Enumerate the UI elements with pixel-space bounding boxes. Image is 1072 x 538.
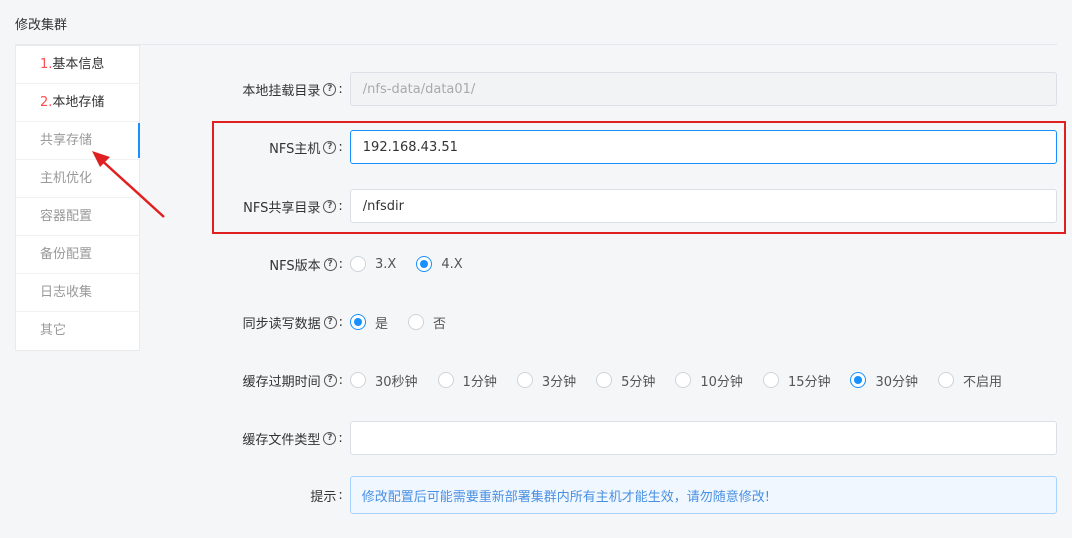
page-title: 修改集群 <box>15 18 68 33</box>
row-cache-types: 缓存文件类型?: <box>150 421 1057 455</box>
step-local-storage[interactable]: 2.本地存储 <box>16 84 139 122</box>
step-log-collection[interactable]: 日志收集 <box>16 274 139 312</box>
nfs-version-radio-4x[interactable]: 4.X <box>416 256 463 272</box>
question-circle-icon[interactable]: ? <box>323 257 337 271</box>
nfs-version-label: NFS版本 <box>269 258 321 274</box>
row-cache-expire: 缓存过期时间?: 30秒钟 1分钟 3分钟 5分钟 10分钟 15分钟 30分钟… <box>150 363 1057 397</box>
step-label: 其它 <box>40 323 67 338</box>
step-number: 1. <box>40 57 53 72</box>
row-mount-dir: 本地挂载目录?: <box>150 72 1057 106</box>
cache-expire-radio-group: 30秒钟 1分钟 3分钟 5分钟 10分钟 15分钟 30分钟 不启用 <box>350 371 1022 390</box>
step-other[interactable]: 其它 <box>16 312 139 350</box>
sync-rw-label: 同步读写数据 <box>242 316 321 332</box>
cache-expire-radio-15m[interactable]: 15分钟 <box>762 371 830 390</box>
cache-expire-radio-10m[interactable]: 10分钟 <box>675 371 743 390</box>
nfs-host-input[interactable] <box>349 130 1057 164</box>
cache-expire-radio-30m[interactable]: 30分钟 <box>850 371 918 390</box>
question-circle-icon[interactable]: ? <box>323 199 337 213</box>
step-label: 基本信息 <box>52 57 105 72</box>
cache-expire-radio-disabled[interactable]: 不启用 <box>938 371 1002 390</box>
cache-types-label: 缓存文件类型 <box>242 432 321 448</box>
sync-rw-radio-yes[interactable]: 是 <box>350 313 388 332</box>
mount-dir-input[interactable] <box>349 72 1057 106</box>
step-label: 备份配置 <box>40 247 93 262</box>
mount-dir-label: 本地挂载目录 <box>242 83 321 99</box>
step-number: 2. <box>40 95 53 110</box>
row-nfs-host: NFS主机?: <box>150 130 1057 164</box>
nfs-share-label: NFS共享目录 <box>243 200 321 216</box>
nfs-host-label: NFS主机 <box>269 141 321 157</box>
row-hint: 提示: 修改配置后可能需要重新部署集群内所有主机才能生效，请勿随意修改! <box>150 476 1057 514</box>
sync-rw-radio-no[interactable]: 否 <box>408 313 446 332</box>
question-circle-icon[interactable]: ? <box>323 431 337 445</box>
question-circle-icon[interactable]: ? <box>323 315 337 329</box>
cache-expire-label: 缓存过期时间 <box>242 374 321 390</box>
cache-expire-radio-3m[interactable]: 3分钟 <box>516 371 576 390</box>
question-circle-icon[interactable]: ? <box>323 373 337 387</box>
row-nfs-share: NFS共享目录?: <box>150 189 1057 223</box>
cache-expire-radio-1m[interactable]: 1分钟 <box>437 371 497 390</box>
sync-rw-radio-group: 是 否 <box>350 313 466 332</box>
row-nfs-version: NFS版本?: 3.X 4.X <box>150 247 1057 281</box>
step-label: 日志收集 <box>40 285 93 300</box>
step-basic-info[interactable]: 1.基本信息 <box>16 46 139 84</box>
question-circle-icon[interactable]: ? <box>323 140 337 154</box>
hint-label: 提示 <box>310 489 337 505</box>
nfs-version-radio-group: 3.X 4.X <box>350 256 483 272</box>
question-circle-icon[interactable]: ? <box>323 82 337 96</box>
cache-types-input[interactable] <box>349 421 1057 455</box>
row-sync-rw: 同步读写数据?: 是 否 <box>150 305 1057 339</box>
nfs-share-input[interactable] <box>349 189 1057 223</box>
nfs-version-radio-3x[interactable]: 3.X <box>350 256 396 272</box>
step-label: 本地存储 <box>52 95 105 110</box>
step-backup-config[interactable]: 备份配置 <box>16 236 139 274</box>
cache-expire-radio-5m[interactable]: 5分钟 <box>596 371 655 390</box>
hint-message: 修改配置后可能需要重新部署集群内所有主机才能生效，请勿随意修改! <box>349 476 1057 514</box>
cache-expire-radio-30s[interactable]: 30秒钟 <box>350 371 418 390</box>
title-divider <box>15 44 1057 45</box>
